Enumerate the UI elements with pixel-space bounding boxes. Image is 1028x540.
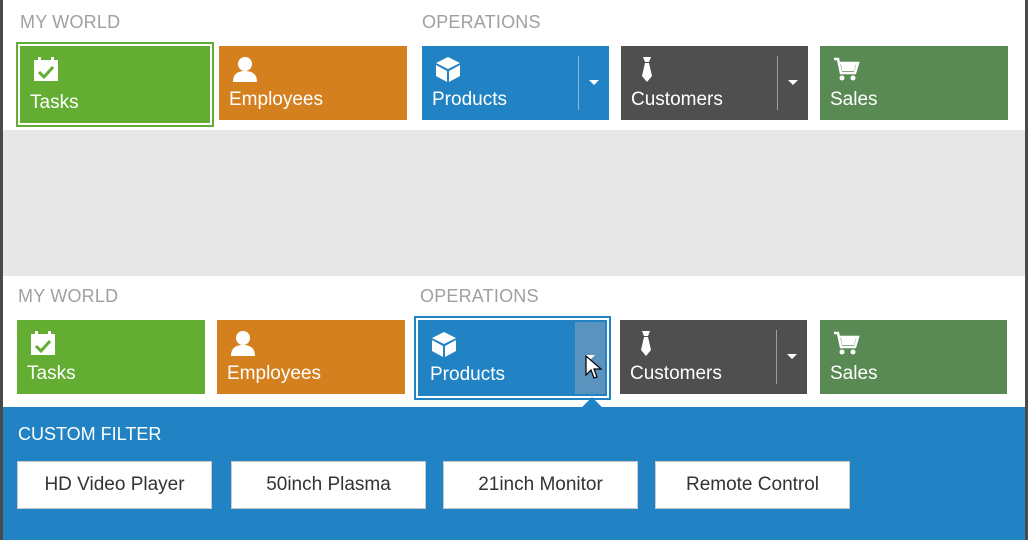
caret-down-icon	[788, 80, 798, 85]
customers-dropdown-toggle[interactable]	[777, 46, 808, 120]
caret-down-icon	[589, 80, 599, 85]
custom-filter-title: CUSTOM FILTER	[18, 424, 162, 444]
tile-tasks[interactable]: Tasks	[16, 42, 214, 127]
tile-sales-label: Sales	[830, 89, 878, 110]
tie-icon	[632, 329, 660, 357]
person-icon	[231, 55, 259, 83]
tile-products-selected[interactable]: Products	[414, 316, 611, 400]
tile-products-label: Products	[432, 89, 507, 110]
split-divider	[776, 330, 777, 384]
cart-icon	[832, 329, 860, 357]
section-label-my-world: MY WORLD	[18, 286, 119, 306]
filter-button-hd-video-player[interactable]: HD Video Player	[17, 461, 212, 509]
person-icon	[229, 329, 257, 357]
customers-dropdown-toggle[interactable]	[776, 320, 807, 394]
tile-products-label: Products	[430, 364, 505, 385]
cart-icon	[832, 55, 860, 83]
tile-sales[interactable]: Sales	[820, 46, 1008, 120]
filter-button-50inch-plasma[interactable]: 50inch Plasma	[231, 461, 426, 509]
tile-customers[interactable]: Customers	[620, 320, 807, 394]
tile-employees-label: Employees	[229, 89, 323, 110]
tile-customers-label: Customers	[631, 89, 723, 110]
cube-icon	[430, 330, 458, 358]
split-divider	[578, 56, 579, 110]
custom-filter-panel: CUSTOM FILTER HD Video Player 50inch Pla…	[3, 407, 1025, 540]
tile-tasks-label: Tasks	[30, 92, 79, 113]
tile-employees[interactable]: Employees	[217, 320, 405, 394]
tile-sales-label: Sales	[830, 363, 878, 384]
section-label-operations: OPERATIONS	[420, 286, 539, 306]
tile-tasks[interactable]: Tasks	[17, 320, 205, 394]
split-divider	[777, 56, 778, 110]
calendar-check-icon	[29, 329, 57, 357]
section-label-operations: OPERATIONS	[422, 12, 541, 32]
calendar-check-icon	[32, 55, 60, 83]
cube-icon	[434, 55, 462, 83]
filter-button-remote-control[interactable]: Remote Control	[655, 461, 850, 509]
tile-products[interactable]: Products	[422, 46, 609, 120]
tile-tasks-label: Tasks	[27, 363, 76, 384]
filter-button-21inch-monitor[interactable]: 21inch Monitor	[443, 461, 638, 509]
separator-band	[3, 130, 1025, 276]
tile-customers[interactable]: Customers	[621, 46, 808, 120]
tie-icon	[633, 55, 661, 83]
tile-sales[interactable]: Sales	[820, 320, 1007, 394]
tile-employees-label: Employees	[227, 363, 321, 384]
section-label-my-world: MY WORLD	[20, 12, 121, 32]
tile-customers-label: Customers	[630, 363, 722, 384]
mouse-cursor-icon	[585, 355, 603, 379]
caret-down-icon	[787, 354, 797, 359]
products-dropdown-toggle[interactable]	[578, 46, 609, 120]
tile-employees[interactable]: Employees	[219, 46, 407, 120]
